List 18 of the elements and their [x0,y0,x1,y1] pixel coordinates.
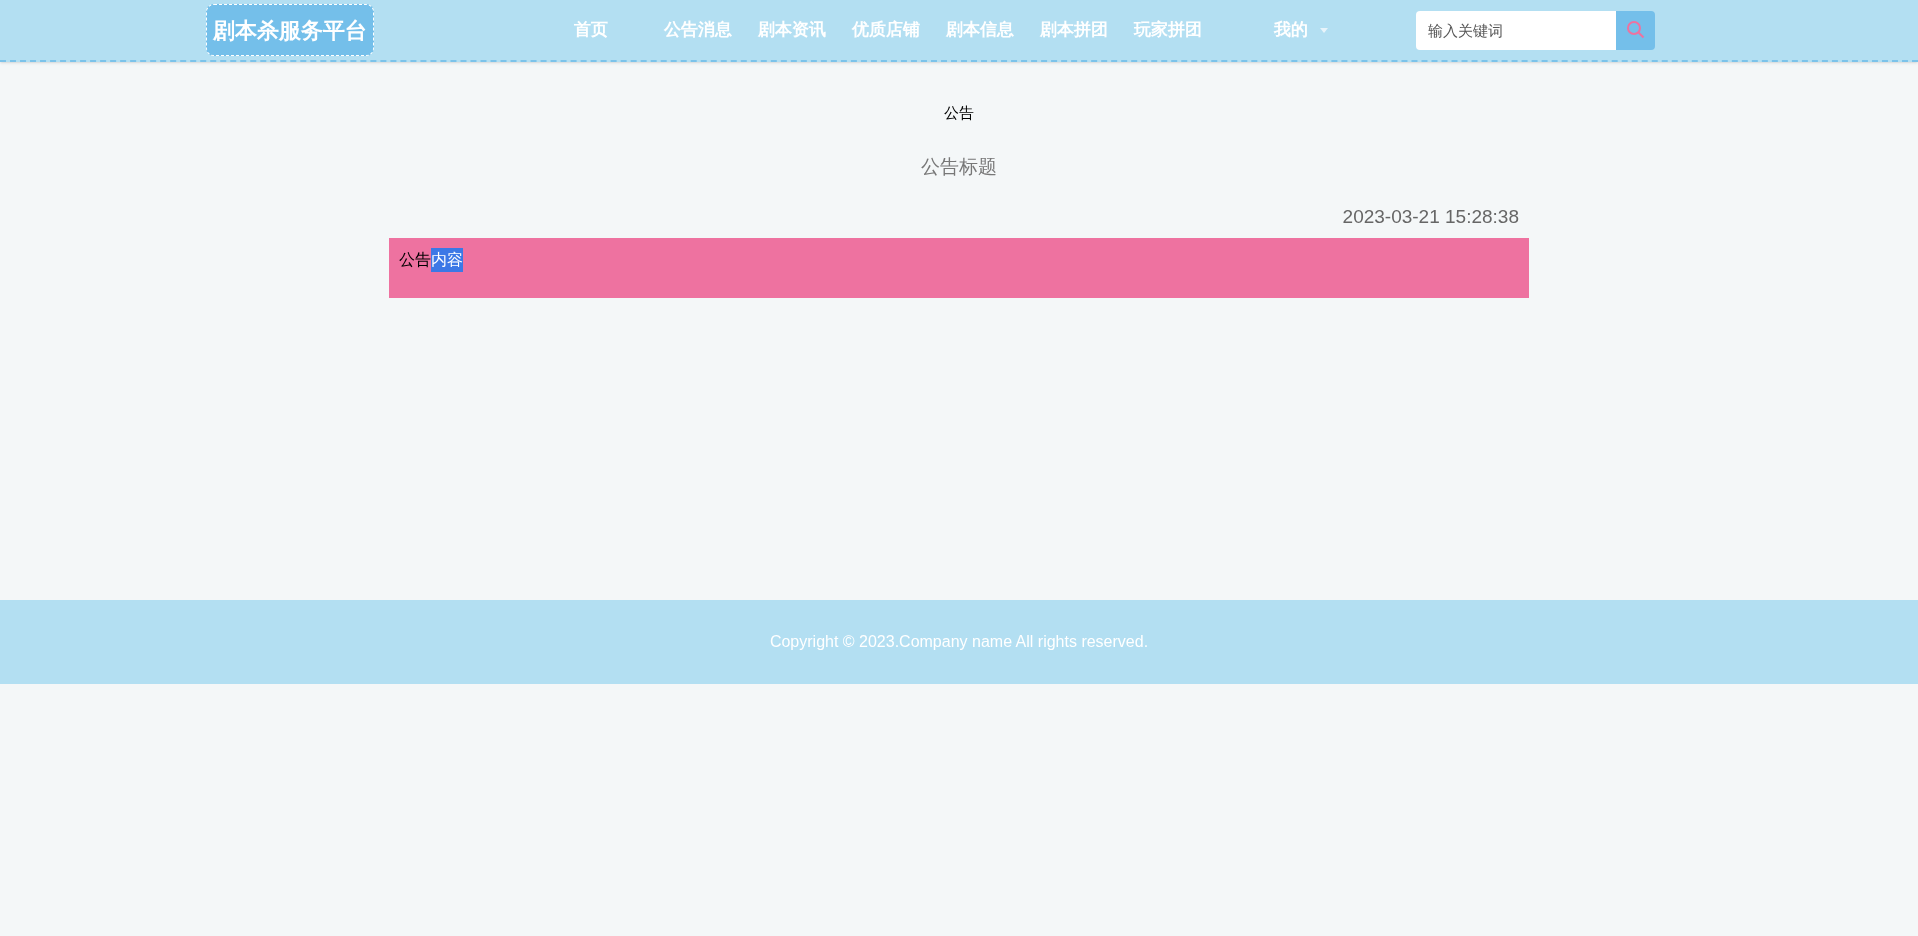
user-menu[interactable]: 我的 [1274,17,1328,43]
notice-content: 公告内容 [399,247,463,272]
nav-link[interactable]: 剧本资讯 [758,17,826,43]
nav-link[interactable]: 首页 [574,17,608,43]
notice-title: 公告标题 [921,154,997,179]
caret-icon [1320,27,1328,33]
nav-link[interactable]: 剧本信息 [946,17,1014,43]
nav-link[interactable]: 优质店铺 [852,17,920,43]
nav-link[interactable]: 剧本拼团 [1040,17,1108,43]
search-button[interactable] [1616,10,1655,50]
notice-time: 2023-03-21 15:28:38 [1342,205,1519,229]
copyright-text: Copyright © 2023.Company name All rights reserved. [769,632,1149,652]
nav-link[interactable]: 公告消息 [664,17,732,43]
search-field[interactable]: 输入关键词 [1416,10,1616,50]
search-icon [1625,20,1646,40]
nav-link[interactable]: 玩家拼团 [1134,17,1202,43]
page-heading: 公告 [944,103,974,123]
site-logo[interactable]: 剧本杀服务平台 [206,4,374,56]
